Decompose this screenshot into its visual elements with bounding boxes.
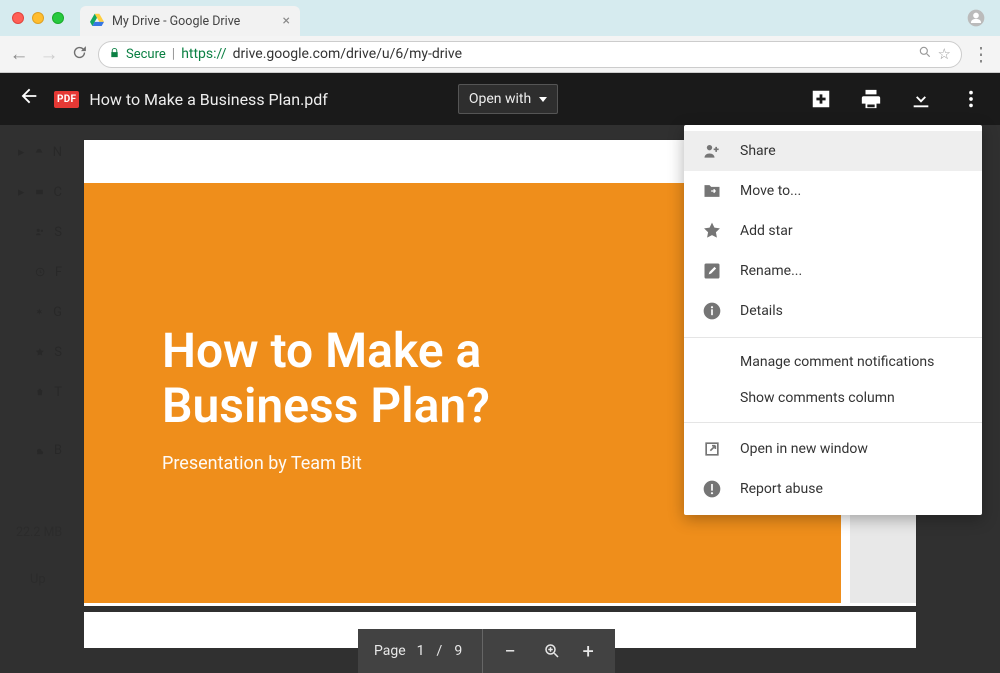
minimize-window-button[interactable]: [32, 12, 44, 24]
folder-move-icon: [702, 181, 722, 201]
menu-label: Manage comment notifications: [740, 354, 934, 370]
zoom-reset-button[interactable]: [531, 642, 573, 660]
more-actions-button[interactable]: [960, 88, 982, 110]
address-bar[interactable]: Secure | https://drive.google.com/drive/…: [98, 41, 962, 68]
menu-details[interactable]: Details: [684, 291, 982, 331]
browser-menu-icon[interactable]: ⋮: [970, 43, 992, 66]
info-icon: [702, 301, 722, 321]
print-button[interactable]: [860, 88, 882, 110]
pdf-badge: PDF: [54, 91, 79, 108]
forward-button: →: [38, 42, 60, 66]
gdrive-favicon: [90, 12, 104, 30]
browser-tab[interactable]: My Drive - Google Drive ×: [80, 6, 300, 36]
menu-move-to[interactable]: Move to...: [684, 171, 982, 211]
more-actions-menu: Share Move to... Add star Rename... Deta…: [684, 125, 982, 515]
page-sep: /: [431, 643, 449, 659]
pencil-icon: [702, 261, 722, 281]
menu-report-abuse[interactable]: Report abuse: [684, 469, 982, 509]
download-button[interactable]: [910, 88, 932, 110]
report-icon: [702, 479, 722, 499]
open-with-button[interactable]: Open with: [458, 84, 558, 114]
viewer-toolbar: PDF How to Make a Business Plan.pdf Open…: [0, 73, 1000, 125]
menu-add-star[interactable]: Add star: [684, 211, 982, 251]
browser-titlebar: My Drive - Google Drive ×: [0, 0, 1000, 36]
back-arrow-button[interactable]: [18, 85, 40, 113]
back-button[interactable]: ←: [8, 42, 30, 66]
page-current: 1: [411, 643, 431, 659]
address-bar-row: ← → Secure | https://drive.google.com/dr…: [0, 36, 1000, 73]
url-protocol: https://: [181, 46, 226, 62]
menu-label: Details: [740, 303, 783, 319]
open-with-label: Open with: [469, 91, 531, 107]
share-icon: [702, 141, 722, 161]
maximize-window-button[interactable]: [52, 12, 64, 24]
menu-rename[interactable]: Rename...: [684, 251, 982, 291]
menu-label: Rename...: [740, 263, 802, 279]
zoom-in-button[interactable]: +: [573, 639, 615, 663]
menu-label: Open in new window: [740, 441, 868, 457]
menu-manage-comment-notifications[interactable]: Manage comment notifications: [684, 344, 982, 380]
bookmark-star-icon[interactable]: ☆: [938, 45, 951, 63]
menu-label: Add star: [740, 223, 793, 239]
tab-title: My Drive - Google Drive: [112, 14, 240, 29]
star-icon: [702, 221, 722, 241]
menu-label: Show comments column: [740, 390, 895, 406]
search-in-page-icon[interactable]: [918, 45, 932, 63]
page-label: Page: [358, 643, 411, 659]
add-to-drive-button[interactable]: [810, 88, 832, 110]
menu-label: Move to...: [740, 183, 801, 199]
close-tab-icon[interactable]: ×: [283, 13, 290, 29]
menu-separator: [684, 337, 982, 338]
open-new-window-icon: [702, 439, 722, 459]
page-control: Page 1 / 9 − +: [358, 629, 615, 673]
close-window-button[interactable]: [12, 12, 24, 24]
menu-open-new-window[interactable]: Open in new window: [684, 429, 982, 469]
menu-separator: [684, 422, 982, 423]
dropdown-triangle-icon: [539, 97, 547, 102]
window-controls: [0, 12, 64, 24]
menu-label: Report abuse: [740, 481, 823, 497]
url-text: drive.google.com/drive/u/6/my-drive: [233, 46, 462, 62]
reload-button[interactable]: [68, 43, 90, 66]
menu-label: Share: [740, 143, 776, 159]
menu-show-comments-column[interactable]: Show comments column: [684, 380, 982, 416]
menu-share[interactable]: Share: [684, 131, 982, 171]
secure-label: Secure: [126, 47, 166, 62]
page-total: 9: [448, 643, 476, 659]
zoom-out-button[interactable]: −: [489, 639, 531, 663]
document-title: How to Make a Business Plan.pdf: [89, 90, 328, 109]
lock-icon: [109, 47, 120, 62]
profile-icon[interactable]: [966, 8, 986, 32]
